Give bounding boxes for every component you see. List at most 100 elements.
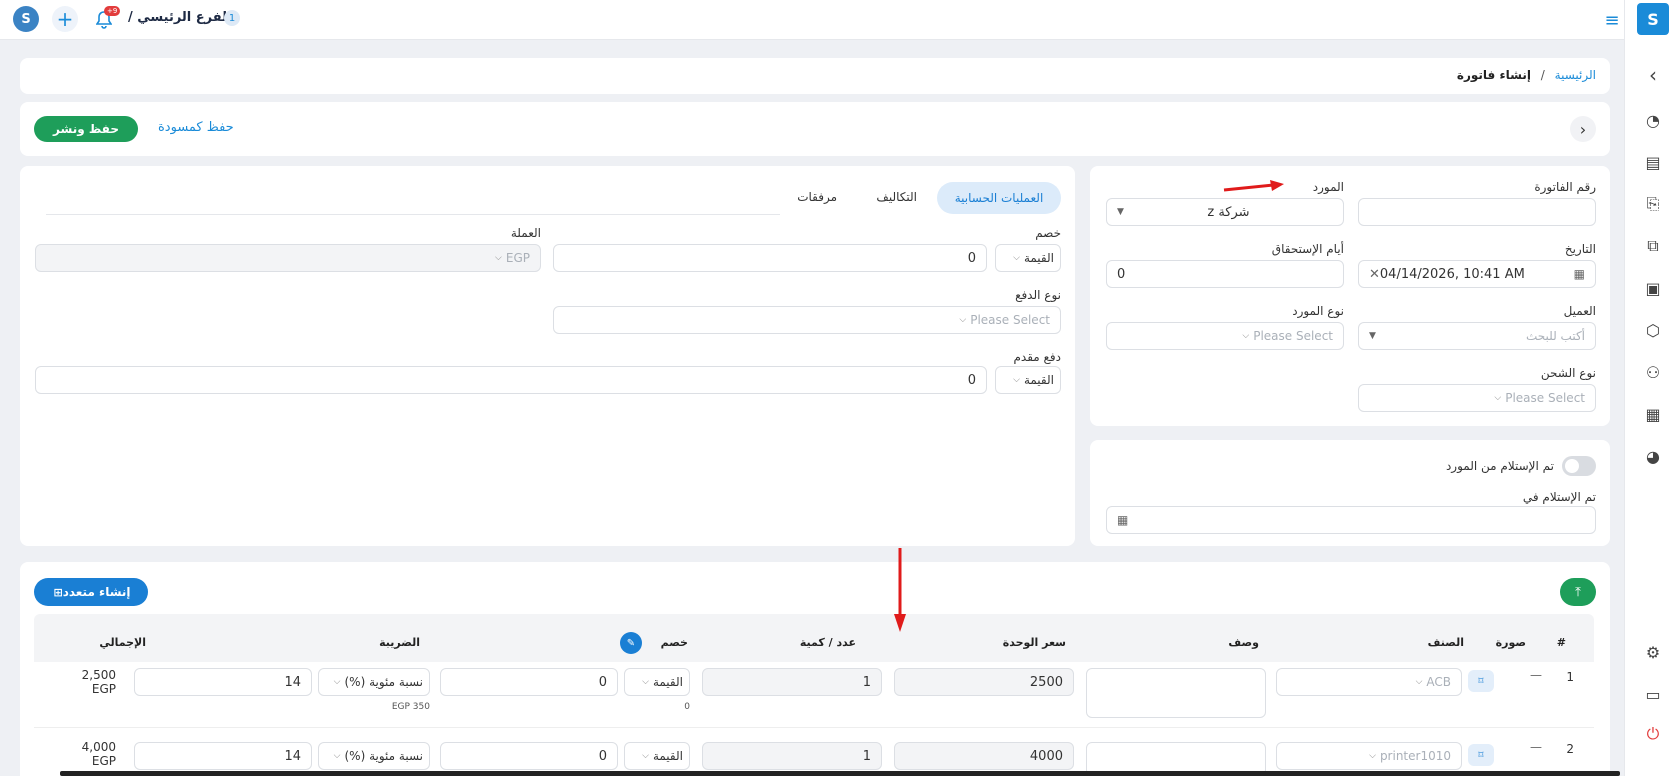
bookmark-icon[interactable]: ⌑ (1468, 670, 1494, 692)
payment-type-placeholder: Please Select (970, 313, 1050, 327)
payment-type-select[interactable]: Please Select ⌵ (553, 306, 1061, 334)
tab-attachments[interactable]: مرفقات (797, 190, 837, 204)
item-value: printer1010 (1379, 749, 1451, 763)
col-image: صورة (1495, 636, 1526, 649)
chevron-down-icon: ⌵ (333, 677, 341, 687)
tabs-divider (46, 214, 780, 215)
notification-badge: +9 (104, 6, 121, 16)
finance-document-icon[interactable]: ▦ (1641, 402, 1665, 426)
save-publish-button[interactable]: حفظ ونشر (34, 116, 138, 142)
breadcrumb-separator: / (1540, 68, 1545, 82)
item-select[interactable]: ACB ⌵ (1276, 668, 1462, 696)
create-multiple-button[interactable]: ⊞ إنشاء متعدد (34, 578, 148, 606)
app-logo-icon[interactable]: S (13, 6, 39, 32)
currency-select[interactable]: EGP ⌵ (35, 244, 541, 272)
advance-value-input[interactable]: 0 (35, 366, 987, 394)
save-draft-button[interactable]: حفظ كمسودة (158, 120, 234, 135)
discount-type-value: القيمة (652, 749, 683, 763)
supplier-type-placeholder: Please Select (1253, 329, 1333, 343)
received-toggle[interactable] (1562, 456, 1596, 476)
tab-accounting[interactable]: العمليات الحسابية (937, 182, 1061, 214)
discount-edit-icon[interactable]: ✎ (620, 632, 642, 654)
calendar-icon: ▦ (1573, 267, 1585, 281)
user-document-icon[interactable]: ▣ (1641, 276, 1665, 300)
client-search-input[interactable]: أكتب للبحث ▼ (1358, 322, 1596, 350)
dashboard-icon[interactable]: ◔ (1641, 108, 1665, 132)
tax-type-select[interactable]: نسبة مئوية (%) ⌵ (318, 742, 430, 770)
bookmark-icon[interactable]: ⌑ (1468, 744, 1494, 766)
annotation-arrow-qty (893, 548, 907, 632)
top-bar: S + +9 الفرع الرئيسي / 1 ≡ (0, 0, 1680, 40)
qty-input[interactable]: 1 (702, 668, 882, 696)
chevron-down-icon: ⌵ (642, 751, 649, 761)
received-label: تم الإستلام من المورد (1445, 459, 1554, 473)
users-settings-icon[interactable]: ⚇ (1641, 360, 1665, 384)
discount-note: 0 (684, 702, 690, 712)
description-textarea[interactable] (1086, 668, 1266, 718)
window-icon[interactable]: ▭ (1641, 682, 1665, 706)
tax-value: 14 (284, 674, 301, 690)
col-tax: الضريبة (379, 636, 420, 649)
shipping-type-select[interactable]: Please Select ⌵ (1358, 384, 1596, 412)
due-days-input[interactable]: 0 (1106, 260, 1344, 288)
client-label: العميل (1563, 304, 1596, 318)
collapse-chevron-icon[interactable]: ‹ (1641, 63, 1665, 87)
tab-costs[interactable]: التكاليف (876, 190, 917, 204)
client-placeholder: أكتب للبحث (1525, 329, 1585, 343)
actions-card: حفظ ونشر حفظ كمسودة › (20, 102, 1610, 156)
breadcrumb-home[interactable]: الرئيسية (1555, 68, 1596, 82)
chevron-down-icon: ⌵ (1494, 393, 1502, 403)
clear-date-icon[interactable]: ✕ (1369, 267, 1380, 282)
horizontal-scrollbar[interactable] (60, 771, 1620, 776)
discount-label: خصم (1035, 226, 1061, 240)
due-days-label: أيام الإستحقاق (1271, 242, 1344, 256)
boxes-icon[interactable]: ⬡ (1641, 318, 1665, 342)
discount-value-input[interactable]: 0 (440, 742, 618, 770)
discount-type-select[interactable]: القيمة ⌵ (995, 244, 1061, 272)
invoice-number-input[interactable] (1358, 198, 1596, 226)
date-input[interactable]: ▦ 04/14/2026, 10:41 AM ✕ (1358, 260, 1596, 288)
row-total: 2,500 (81, 668, 116, 682)
supplier-select[interactable]: شركة z ▼ (1106, 198, 1344, 226)
branch-name[interactable]: الفرع الرئيسي / (128, 10, 231, 25)
power-icon[interactable]: ⏻ (1641, 722, 1665, 746)
reports-chart-icon[interactable]: ◕ (1641, 444, 1665, 468)
discount-value-input[interactable]: 0 (553, 244, 987, 272)
currency-value: EGP (505, 251, 530, 265)
advance-type-select[interactable]: القيمة ⌵ (995, 366, 1061, 394)
discount-type-select[interactable]: القيمة ⌵ (624, 742, 690, 770)
item-select[interactable]: printer1010 ⌵ (1276, 742, 1462, 770)
received-on-date-input[interactable]: ▦ (1106, 506, 1596, 534)
chevron-down-icon: ⌵ (642, 677, 649, 687)
unit-price-input[interactable]: 2500 (894, 668, 1074, 696)
shipping-type-label: نوع الشحن (1540, 366, 1596, 380)
scroll-top-icon[interactable]: ⤒ (1560, 578, 1596, 606)
discount-value: 0 (967, 250, 976, 266)
row-total-currency: EGP (91, 682, 116, 696)
discount-value-input[interactable]: 0 (440, 668, 618, 696)
brand-logo-icon[interactable]: S (1637, 3, 1669, 35)
invoices-icon[interactable]: ▤ (1641, 150, 1665, 174)
tax-value-input[interactable]: 14 (134, 742, 312, 770)
advance-type-value: القيمة (1023, 373, 1054, 387)
supplier-type-select[interactable]: Please Select ⌵ (1106, 322, 1344, 350)
tax-type-select[interactable]: نسبة مئوية (%) ⌵ (318, 668, 430, 696)
unit-price-value: 4000 (1029, 748, 1063, 764)
row-total: 4,000 (81, 740, 116, 754)
qty-value: 1 (862, 674, 871, 690)
code-document-icon[interactable]: ⧉ (1641, 234, 1665, 258)
back-chevron-icon[interactable]: › (1570, 116, 1596, 142)
search-document-icon[interactable]: ⎘ (1641, 192, 1665, 216)
calendar-icon: ▦ (1117, 513, 1129, 527)
items-card: ⊞ إنشاء متعدد ⤒ # صورة الصنف وصف سعر الو… (20, 562, 1610, 776)
sidebar: S ‹ ◔ ▤ ⎘ ⧉ ▣ ⬡ ⚇ ▦ ◕ ⚙ ▭ ⏻ (1624, 0, 1680, 776)
supplier-type-label: نوع المورد (1292, 304, 1344, 318)
tax-value-input[interactable]: 14 (134, 668, 312, 696)
menu-icon[interactable]: ≡ (1602, 10, 1622, 31)
unit-price-input[interactable]: 4000 (894, 742, 1074, 770)
settings-gear-icon[interactable]: ⚙ (1641, 640, 1665, 664)
branch-count-badge: 1 (224, 10, 240, 26)
add-icon[interactable]: + (52, 6, 78, 32)
qty-input[interactable]: 1 (702, 742, 882, 770)
discount-type-select[interactable]: القيمة ⌵ (624, 668, 690, 696)
